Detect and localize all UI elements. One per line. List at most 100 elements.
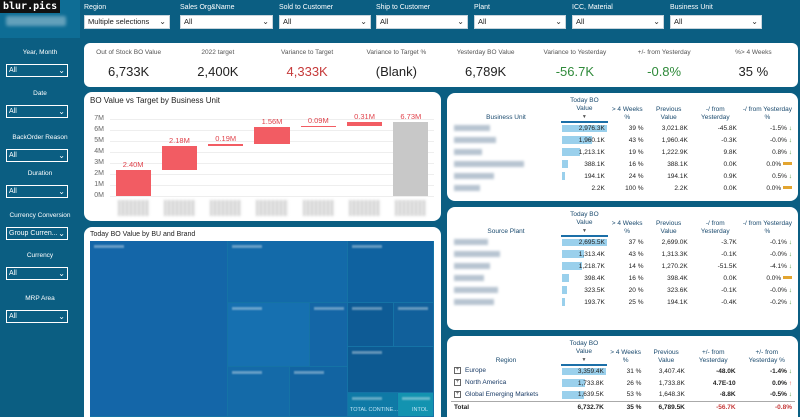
column-header-business-unit[interactable]: Business Unit <box>451 97 561 122</box>
filter-dropdown-icc-material[interactable]: All ⌄ <box>572 15 664 29</box>
expand-icon[interactable]: + <box>454 367 461 375</box>
filter-ship-to-customer: Ship to Customer All ⌄ <box>376 3 468 35</box>
treemap-tile[interactable] <box>348 393 398 417</box>
cell-prev: 2.2K <box>674 184 688 192</box>
column-header-today-bo-value[interactable]: Today BO Value ▼ <box>561 211 608 237</box>
waterfall-bar[interactable] <box>254 126 290 144</box>
filter-dropdown-region[interactable]: Multiple selections ⌄ <box>84 15 170 29</box>
table-row[interactable]: 1,213.1K 19 % 1,222.9K 9.8K 0.8% ↓ <box>451 146 795 158</box>
table-row[interactable]: 1,218.7K 14 % 1,270.2K -51.5K -4.1% ↓ <box>451 260 795 272</box>
slicer-currency: Currency All ⌄ <box>0 251 80 280</box>
waterfall-bar[interactable] <box>208 143 244 146</box>
filter-dropdown-sold-to-customer[interactable]: All ⌄ <box>279 15 371 29</box>
column-header-today-bo-value[interactable]: Today BO Value ▼ <box>561 340 607 366</box>
slicer-dropdown-mrp-area[interactable]: All ⌄ <box>6 310 68 323</box>
column-header-label: Source Plant <box>487 228 525 235</box>
x-axis-category-label-blurred <box>117 200 149 216</box>
treemap-tile[interactable] <box>228 241 348 303</box>
y-axis-tick-label: 2M <box>94 170 104 178</box>
cell-w4: 24 % <box>628 172 644 180</box>
gridline <box>110 174 434 176</box>
pct-value: -0.0% <box>769 286 787 294</box>
column-header-previous-value[interactable]: Previous Value <box>646 211 690 236</box>
table-row[interactable]: + Global Emerging Markets 1,639.5K 53 % 1,64… <box>451 389 795 401</box>
row-name <box>451 284 561 296</box>
column-header-from-yesterday[interactable]: +/- from Yesterday % <box>739 340 795 365</box>
row-name <box>451 146 561 158</box>
slicer-dropdown-date[interactable]: All ⌄ <box>6 105 68 118</box>
chevron-down-icon: ⌄ <box>262 17 269 26</box>
slicer-dropdown-currency[interactable]: All ⌄ <box>6 267 68 280</box>
slicer-dropdown-duration[interactable]: All ⌄ <box>6 185 68 198</box>
column-header-previous-value[interactable]: Previous Value <box>647 97 691 122</box>
treemap-tile[interactable] <box>290 367 348 417</box>
expand-icon[interactable]: + <box>454 379 461 387</box>
filter-dropdown-business-unit[interactable]: All ⌄ <box>670 15 762 29</box>
table-row[interactable]: + North America 1,733.8K 26 % 1,733.8K 4.7E-1… <box>451 377 795 389</box>
table-row[interactable]: 323.5K 20 % 323.6K -0.1K -0.0% ↓ <box>451 284 795 296</box>
column-header-4-weeks[interactable]: > 4 Weeks % <box>608 211 647 236</box>
treemap-tile[interactable] <box>228 303 310 367</box>
waterfall-bar[interactable] <box>346 122 383 126</box>
treemap-tile[interactable] <box>398 393 434 417</box>
waterfall-bar[interactable] <box>393 122 429 196</box>
column-header-4-weeks[interactable]: > 4 Weeks % <box>607 340 645 365</box>
table-row[interactable]: 194.1K 24 % 194.1K 0.9K 0.5% ↓ <box>451 170 795 182</box>
filter-value: All <box>674 17 683 26</box>
table-row[interactable]: 388.1K 16 % 388.1K 0.0K 0.0% <box>451 158 795 170</box>
table-row[interactable]: 2.2K 100 % 2.2K 0.0K 0.0% <box>451 182 795 194</box>
waterfall-bar[interactable] <box>300 125 336 128</box>
filter-dropdown-ship-to-customer[interactable]: All ⌄ <box>376 15 468 29</box>
treemap-tile[interactable] <box>228 367 290 417</box>
treemap-tile[interactable] <box>348 347 434 393</box>
x-axis-category-label-blurred <box>348 200 381 216</box>
treemap-tile[interactable] <box>394 303 434 347</box>
table-row[interactable]: + Europe 3,359.4K 31 % 3,407.4K -48.0K -1.4% ↓ <box>451 365 795 377</box>
table-row[interactable]: 1,960.1K 43 % 1,960.4K -0.3K -0.0% ↓ <box>451 134 795 146</box>
today-bo-value: 1,733.8K <box>577 379 604 387</box>
today-bo-value: 398.4K <box>584 274 605 282</box>
filter-dropdown-plant[interactable]: All ⌄ <box>474 15 566 29</box>
kpi-label: Yesterday BO Value <box>456 49 515 56</box>
slicer-dropdown-backorder-reason[interactable]: All ⌄ <box>6 149 68 162</box>
filter-dropdown-sales-org-name[interactable]: All ⌄ <box>180 15 273 29</box>
cell-w4: 20 % <box>628 286 644 294</box>
treemap-tile[interactable] <box>348 241 434 303</box>
slicer-dropdown-currency-conversion[interactable]: Group Curren... ⌄ <box>6 227 68 240</box>
column-header-source-plant[interactable]: Source Plant <box>451 211 561 236</box>
treemap-tile[interactable] <box>90 241 228 417</box>
filter-value: All <box>576 17 585 26</box>
table-row[interactable]: 1,313.4K 43 % 1,313.3K -0.1K -0.0% ↓ <box>451 248 795 260</box>
kpi-4-weeks: %> 4 Weeks 35 % <box>709 43 798 87</box>
column-header-from-yesterday[interactable]: +/- from Yesterday <box>688 340 739 365</box>
pct-value: -0.0% <box>769 250 787 258</box>
x-axis-category-label-blurred <box>256 200 288 216</box>
table-row[interactable]: 2,976.3K 39 % 3,021.8K -45.8K -1.5% ↓ <box>451 122 795 134</box>
column-header-region[interactable]: Region <box>451 340 561 365</box>
cell-diff: -0.3K <box>721 136 737 144</box>
waterfall-chart: 7M 6M 5M 4M 3M 2M 1M 0M 2.40M 2.18M 0.19M 1.56M 0.09… <box>84 92 441 221</box>
column-header-label: Today BO Value <box>569 340 599 355</box>
slicer-dropdown-year-month[interactable]: All ⌄ <box>6 64 68 77</box>
expand-icon[interactable]: + <box>454 391 461 399</box>
column-header-4-weeks[interactable]: > 4 Weeks % <box>608 97 647 122</box>
row-name-blurred <box>454 250 500 257</box>
slicer-date: Date All ⌄ <box>0 89 80 118</box>
treemap-tile-label: INTOL <box>412 407 429 413</box>
table-row[interactable]: 398.4K 16 % 398.4K 0.0K 0.0% <box>451 272 795 284</box>
column-header-from-yesterday[interactable]: -/ from Yesterday % <box>740 97 795 122</box>
column-header-from-yesterday[interactable]: -/ from Yesterday <box>691 97 740 122</box>
column-header-from-yesterday[interactable]: -/ from Yesterday <box>691 211 740 236</box>
column-header-from-yesterday[interactable]: -/ from Yesterday % <box>740 211 795 236</box>
column-header-previous-value[interactable]: Previous Value <box>644 340 687 365</box>
table-row[interactable]: 2,695.5K 37 % 2,699.0K -3.7K -0.1% ↓ <box>451 236 795 248</box>
treemap-tile[interactable] <box>310 303 348 367</box>
column-header-today-bo-value[interactable]: Today BO Value ▼ <box>561 97 608 123</box>
treemap-tile[interactable] <box>348 303 394 347</box>
waterfall-bar[interactable] <box>161 145 197 170</box>
row-name-blurred <box>454 160 524 167</box>
kpi-value: 2,400K <box>197 64 239 79</box>
arrow-down-icon: ↓ <box>786 172 792 180</box>
table-row[interactable]: 193.7K 25 % 194.1K -0.4K -0.2% ↓ <box>451 296 795 308</box>
waterfall-bar[interactable] <box>115 169 151 196</box>
